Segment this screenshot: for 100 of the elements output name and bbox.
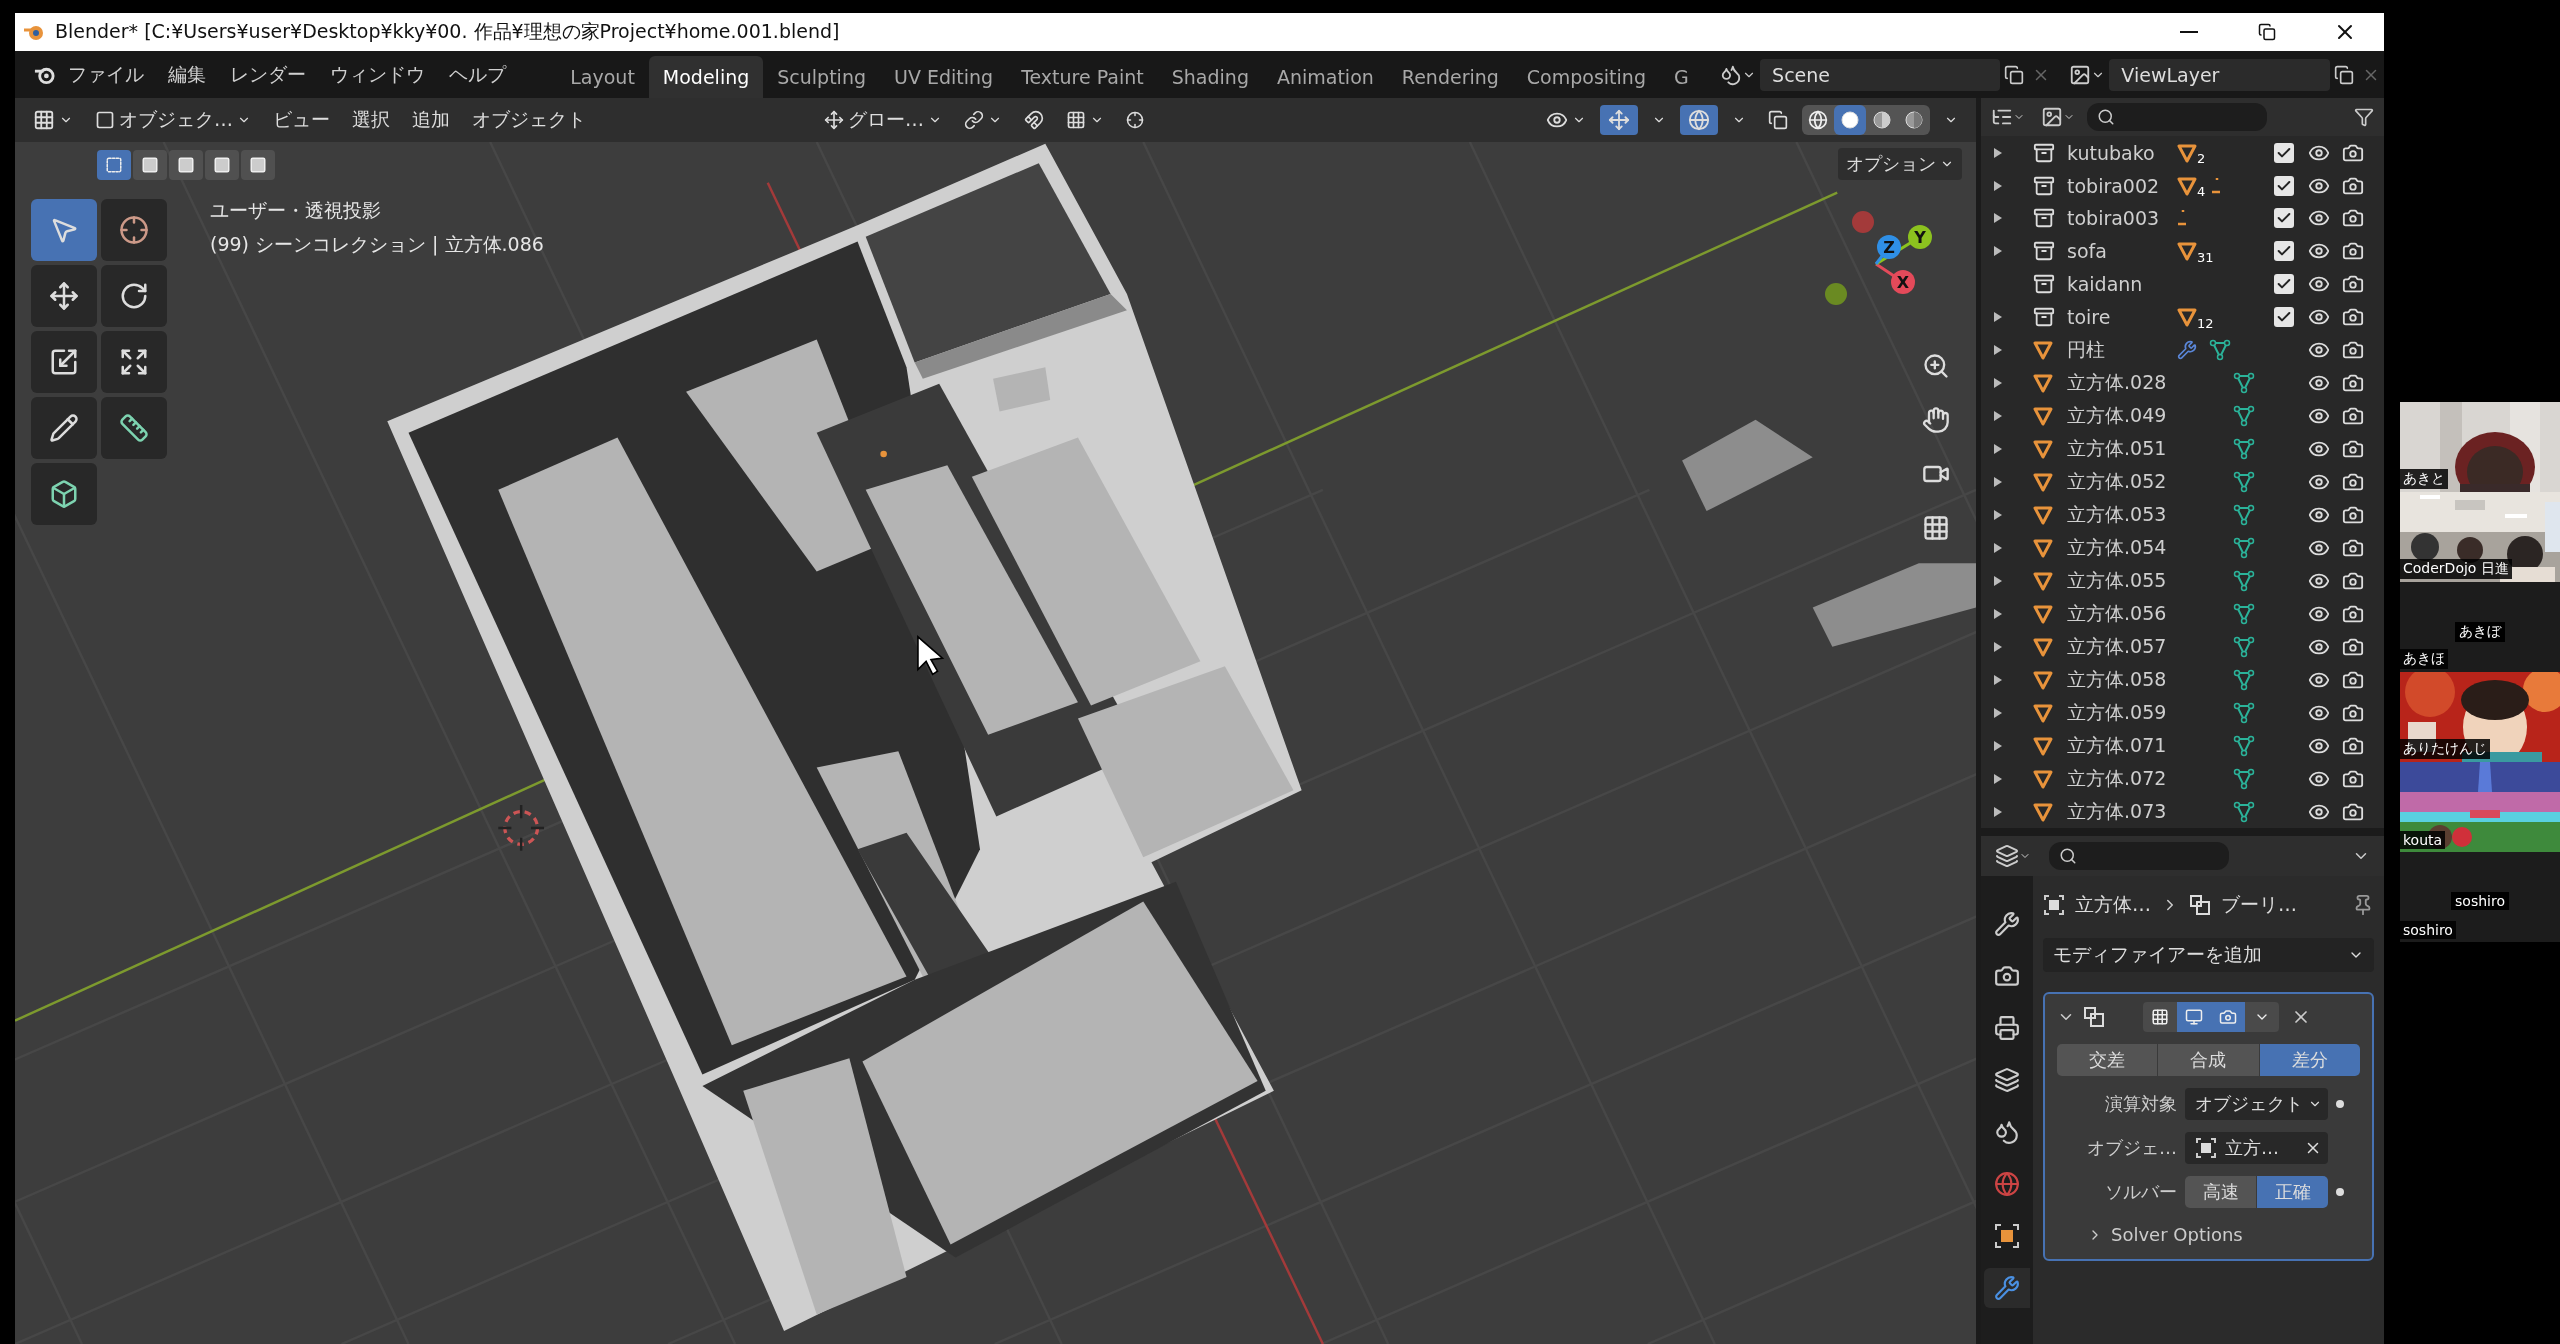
outliner-item[interactable]: 立方体.073 xyxy=(2067,798,2177,825)
expand-arrow-icon[interactable] xyxy=(1993,574,2003,587)
expand-arrow-icon[interactable] xyxy=(1993,476,2003,489)
expand-arrow-icon[interactable] xyxy=(1993,739,2003,752)
mesh-data-icon[interactable] xyxy=(2233,701,2255,724)
workspace-tab[interactable]: Sculpting xyxy=(763,56,880,98)
expand-arrow-icon[interactable] xyxy=(1993,179,2003,192)
outliner-item[interactable]: 立方体.051 xyxy=(2067,436,2177,463)
operation-option[interactable]: 差分 xyxy=(2259,1044,2360,1076)
menu-item[interactable]: 選択 xyxy=(344,103,398,137)
tool-button[interactable] xyxy=(31,331,97,393)
solver-option[interactable]: 高速 xyxy=(2185,1176,2256,1208)
outliner-item[interactable]: tobira003 xyxy=(2067,207,2177,230)
select-mode-button[interactable] xyxy=(241,150,275,180)
breadcrumb-item[interactable]: 立方体… xyxy=(2075,892,2151,918)
mesh-data-icon[interactable] xyxy=(2209,339,2231,362)
tool-button[interactable] xyxy=(101,265,167,327)
object-field[interactable]: 立方… xyxy=(2185,1132,2328,1164)
expand-arrow-icon[interactable] xyxy=(1993,772,2003,785)
outliner-item[interactable]: 立方体.057 xyxy=(2067,633,2177,660)
menu-item[interactable]: ヘルプ xyxy=(436,57,518,92)
add-modifier-dropdown[interactable]: モディファイアーを追加 xyxy=(2043,938,2374,972)
gizmo-toggle[interactable] xyxy=(1600,105,1638,135)
checkbox[interactable] xyxy=(2274,307,2294,328)
mesh-data-icon[interactable] xyxy=(2233,767,2255,790)
mesh-data-icon[interactable] xyxy=(2233,471,2255,494)
menu-item[interactable]: ビュー xyxy=(265,103,338,137)
workspace-tab[interactable]: G xyxy=(1659,56,1703,98)
outliner-item[interactable]: 立方体.028 xyxy=(2067,370,2177,397)
operand-dropdown[interactable]: オブジェクト xyxy=(2185,1088,2328,1120)
menu-item[interactable]: ウィンドウ xyxy=(317,57,437,92)
mesh-data-icon[interactable] xyxy=(2233,405,2255,428)
outliner-item[interactable]: tobira002 xyxy=(2067,174,2177,197)
select-mode-button[interactable] xyxy=(205,150,239,180)
expand-arrow-icon[interactable] xyxy=(1993,311,2003,324)
outliner-item[interactable]: 立方体.052 xyxy=(2067,469,2177,496)
operation-option[interactable]: 交差 xyxy=(2057,1044,2158,1076)
mesh-data-icon[interactable] xyxy=(2233,734,2255,757)
workspace-tab[interactable]: Texture Paint xyxy=(1007,56,1158,98)
axis-handle[interactable] xyxy=(1852,211,1874,233)
tool-button[interactable] xyxy=(101,199,167,261)
search-field[interactable] xyxy=(2087,103,2267,132)
expand-arrow-icon[interactable] xyxy=(1993,146,2003,159)
tool-button[interactable] xyxy=(31,463,97,525)
workspace-tab[interactable]: Compositing xyxy=(1512,56,1660,98)
workspace-tab[interactable]: Rendering xyxy=(1387,56,1513,98)
menu-item[interactable]: レンダー xyxy=(217,57,318,92)
select-mode-button[interactable] xyxy=(169,150,203,180)
outliner-item[interactable]: 円柱 xyxy=(2067,337,2177,364)
keyframe-dot-icon[interactable] xyxy=(2336,1100,2344,1108)
viewport-toggle[interactable] xyxy=(2177,1002,2211,1032)
menu-item[interactable]: 編集 xyxy=(155,57,218,92)
solver-option[interactable]: 正確 xyxy=(2257,1176,2328,1208)
menu-item[interactable]: 追加 xyxy=(404,103,458,137)
outliner-item[interactable]: sofa xyxy=(2067,240,2177,263)
mesh-data-icon[interactable] xyxy=(2233,668,2255,691)
outliner-item[interactable]: 立方体.059 xyxy=(2067,699,2177,726)
outliner-item[interactable]: kaidann xyxy=(2067,273,2177,296)
checkbox[interactable] xyxy=(2274,241,2294,262)
outliner-item[interactable]: 立方体.049 xyxy=(2067,403,2177,430)
mesh-data-icon[interactable] xyxy=(2233,800,2255,823)
expand-arrow-icon[interactable] xyxy=(1993,377,2003,390)
checkbox[interactable] xyxy=(2274,175,2294,196)
workspace-tab[interactable]: Layout xyxy=(556,56,649,98)
workspace-tab[interactable]: Modeling xyxy=(648,56,764,98)
tool-button[interactable] xyxy=(31,265,97,327)
overlay-toggle[interactable] xyxy=(1680,105,1718,135)
expand-arrow-icon[interactable] xyxy=(1993,443,2003,456)
expand-arrow-icon[interactable] xyxy=(1993,509,2003,522)
tool-button[interactable] xyxy=(31,397,97,459)
outliner-item[interactable]: kutubako xyxy=(2067,141,2177,164)
workspace-tab[interactable]: Animation xyxy=(1262,56,1388,98)
select-mode-button[interactable] xyxy=(97,150,131,180)
expand-arrow-icon[interactable] xyxy=(1993,805,2003,818)
expand-arrow-icon[interactable] xyxy=(1993,542,2003,554)
render-toggle[interactable] xyxy=(2211,1002,2245,1032)
outliner-item[interactable]: 立方体.056 xyxy=(2067,600,2177,627)
checkbox[interactable] xyxy=(2274,208,2294,229)
view-layer-field[interactable]: ViewLayer xyxy=(2109,58,2330,91)
outliner-item[interactable]: toire xyxy=(2067,306,2177,329)
options-dropdown[interactable]: オプション xyxy=(1838,148,1962,180)
expand-arrow-icon[interactable] xyxy=(1993,673,2003,686)
expand-arrow-icon[interactable] xyxy=(1993,640,2003,653)
workspace-tab[interactable]: Shading xyxy=(1157,56,1263,98)
breadcrumb-item[interactable]: ブーリ… xyxy=(2221,892,2297,918)
mesh-data-icon[interactable] xyxy=(2233,537,2255,559)
expand-arrow-icon[interactable] xyxy=(1993,245,2003,258)
mesh-data-icon[interactable] xyxy=(2233,372,2255,395)
scene-field[interactable]: Scene xyxy=(1760,58,2000,91)
outliner-item[interactable]: 立方体.055 xyxy=(2067,567,2177,594)
orientation-dropdown[interactable]: グロー… xyxy=(816,103,950,137)
outliner-item[interactable]: 立方体.054 xyxy=(2067,535,2177,561)
edit-mode-toggle[interactable] xyxy=(2143,1002,2177,1032)
search-field[interactable] xyxy=(2049,842,2229,870)
axis-handle[interactable]: X xyxy=(1875,262,1915,294)
solver-options-toggle[interactable]: Solver Options xyxy=(2057,1220,2360,1249)
mesh-data-icon[interactable] xyxy=(2233,635,2255,658)
keyframe-dot-icon[interactable] xyxy=(2336,1188,2344,1196)
modifier-menu-button[interactable] xyxy=(2245,1002,2279,1032)
tool-button[interactable] xyxy=(101,397,167,459)
